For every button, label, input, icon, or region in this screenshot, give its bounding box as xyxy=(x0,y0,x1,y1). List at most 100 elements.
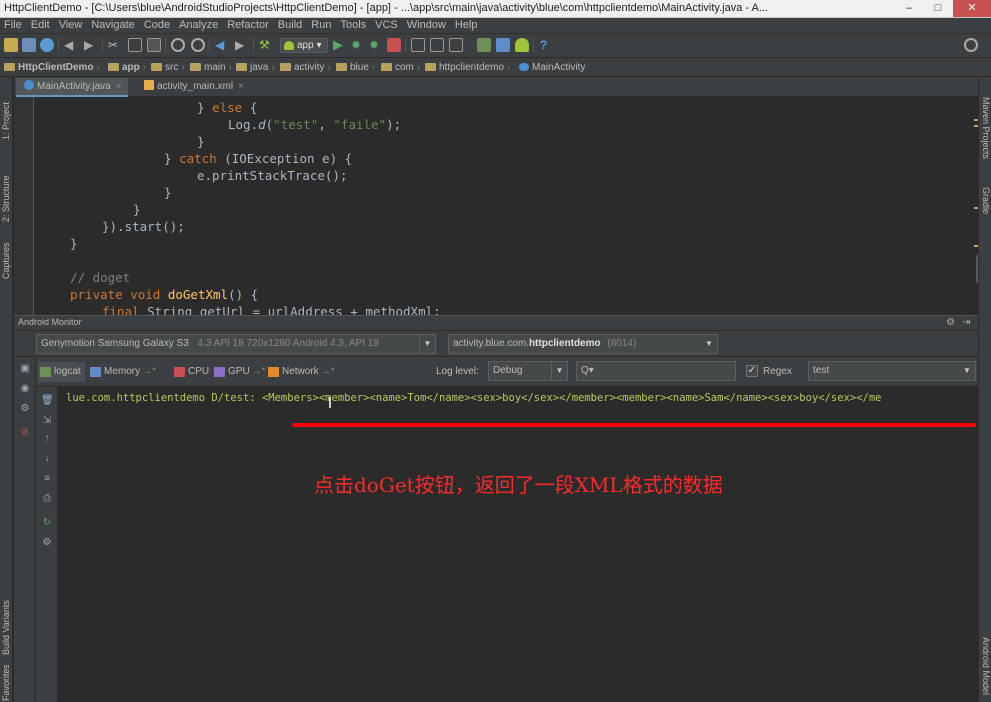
breadcrumb-java[interactable]: java › xyxy=(236,61,275,75)
device-select[interactable]: Genymotion Samsung Galaxy S3 4.3 API 18 … xyxy=(36,334,436,354)
breadcrumb-src[interactable]: src › xyxy=(151,61,185,75)
sdk-manager-icon[interactable] xyxy=(496,38,510,52)
editor-scrollbar[interactable] xyxy=(976,254,978,284)
help-icon[interactable]: ? xyxy=(540,38,554,52)
gear-icon[interactable]: ⚙ xyxy=(946,317,955,328)
open-folder-icon[interactable] xyxy=(4,38,18,52)
tab-gpu[interactable]: GPU →* xyxy=(212,362,266,382)
module-settings-icon[interactable] xyxy=(430,38,444,52)
menu-view[interactable]: View xyxy=(55,18,88,33)
warning-marker[interactable] xyxy=(974,245,978,247)
process-select[interactable]: activity.blue.com.httpclientdemo (8014) … xyxy=(448,334,718,354)
project-structure-icon[interactable] xyxy=(411,38,425,52)
tab-mainactivity[interactable]: MainActivity.java × xyxy=(16,78,128,97)
tab-project[interactable]: 1: Project xyxy=(0,82,13,140)
tab-captures[interactable]: Captures xyxy=(0,227,13,279)
soft-wrap-icon[interactable]: ≡ xyxy=(41,473,53,485)
settings-icon[interactable]: ⚙ xyxy=(41,537,53,549)
regex-checkbox[interactable]: ✓ xyxy=(746,365,758,377)
logcat-output[interactable]: lue.com.httpclientdemo D/test: <Members>… xyxy=(58,387,978,702)
close-tab-icon[interactable]: × xyxy=(238,81,244,92)
tab-favorites[interactable]: Favorites xyxy=(0,665,13,701)
tab-memory[interactable]: Memory →* xyxy=(88,362,156,382)
tab-network[interactable]: Network →* xyxy=(266,362,335,382)
warning-marker[interactable] xyxy=(974,125,978,127)
logcat-search-input[interactable]: Q▾ xyxy=(576,361,736,381)
screen-record-icon[interactable]: ◉ xyxy=(19,383,31,395)
forward-icon[interactable]: ▶ xyxy=(235,38,249,52)
log-level-select[interactable]: Debug ▼ xyxy=(488,361,568,381)
undo-icon[interactable]: ◀ xyxy=(64,38,78,52)
menu-run[interactable]: Run xyxy=(307,18,336,33)
debug-icon[interactable]: ✹ xyxy=(351,38,365,52)
find-icon[interactable] xyxy=(171,38,185,52)
hide-panel-icon[interactable]: ⇥ xyxy=(962,317,970,328)
tab-build-variants[interactable]: Build Variants xyxy=(0,577,13,655)
folder-icon xyxy=(280,63,291,71)
code-editor[interactable]: } else { Log.d("test", "faile"); } } cat… xyxy=(14,97,978,315)
attach-debugger-icon[interactable]: ✹ xyxy=(369,38,383,52)
menu-edit[interactable]: Edit xyxy=(27,18,55,33)
breadcrumb-activity[interactable]: activity › xyxy=(280,61,331,75)
menu-tools[interactable]: Tools xyxy=(336,18,371,33)
back-icon[interactable]: ◀ xyxy=(215,38,229,52)
android-monitor-header: Android Monitor ⚙ ⇥ xyxy=(14,315,978,331)
breadcrumb-app[interactable]: app › xyxy=(108,61,146,75)
clear-logcat-icon[interactable]: 🗑 xyxy=(41,395,54,407)
stop-icon[interactable] xyxy=(387,38,401,52)
terminate-app-icon[interactable]: ⊘ xyxy=(19,427,31,439)
menu-build[interactable]: Build xyxy=(274,18,307,33)
menu-refactor[interactable]: Refactor xyxy=(223,18,274,33)
settings-icon[interactable] xyxy=(449,38,463,52)
menu-file[interactable]: File xyxy=(0,18,27,33)
avd-manager-icon[interactable] xyxy=(477,38,491,52)
warning-marker[interactable] xyxy=(974,119,978,121)
breadcrumb-com[interactable]: com › xyxy=(381,61,420,75)
save-all-icon[interactable] xyxy=(22,38,36,52)
menu-analyze[interactable]: Analyze xyxy=(175,18,223,33)
android-device-monitor-icon[interactable] xyxy=(515,38,529,52)
screenshot-icon[interactable]: ▣ xyxy=(19,363,31,375)
search-everywhere-icon[interactable] xyxy=(964,38,978,52)
breadcrumb-httpclientdemo[interactable]: httpclientdemo › xyxy=(425,61,510,75)
up-icon[interactable]: ↑ xyxy=(41,433,53,445)
menu-code[interactable]: Code xyxy=(140,18,175,33)
paste-icon[interactable] xyxy=(147,38,161,52)
tab-gradle[interactable]: Gradle xyxy=(980,187,991,223)
tab-activity-main-xml[interactable]: activity_main.xml × xyxy=(136,78,250,97)
restart-icon[interactable]: ↻ xyxy=(41,517,53,529)
run-icon[interactable]: ▶ xyxy=(333,38,347,52)
make-project-icon[interactable]: ⚒ xyxy=(259,38,273,52)
tab-maven-projects[interactable]: Maven Projects xyxy=(980,97,991,167)
replace-icon[interactable] xyxy=(191,38,205,52)
toolbar-separator xyxy=(533,39,534,52)
menu-vcs[interactable]: VCS xyxy=(371,18,403,33)
scroll-to-end-icon[interactable]: ⇲ xyxy=(41,415,53,427)
breadcrumb-blue[interactable]: blue › xyxy=(336,61,375,75)
redo-icon[interactable]: ▶ xyxy=(84,38,98,52)
system-info-icon[interactable]: ⚙ xyxy=(19,403,31,415)
close-window-button[interactable]: ✕ xyxy=(953,0,991,17)
menu-window[interactable]: Window xyxy=(403,18,451,33)
monitor-side-toolbar: ▣ ◉ ⚙ ⊘ xyxy=(14,357,36,702)
run-config-select[interactable]: app ▾ xyxy=(280,38,328,53)
print-icon[interactable]: ⎙ xyxy=(41,493,53,505)
tab-structure[interactable]: 2: Structure xyxy=(0,152,13,222)
sync-icon[interactable] xyxy=(40,38,54,52)
maximize-button[interactable]: □ xyxy=(924,0,952,17)
warning-marker[interactable] xyxy=(974,207,978,209)
filter-select[interactable]: test ▼ xyxy=(808,361,976,381)
menu-help[interactable]: Help xyxy=(451,18,483,33)
close-tab-icon[interactable]: × xyxy=(116,81,122,92)
menu-navigate[interactable]: Navigate xyxy=(87,18,139,33)
minimize-button[interactable]: – xyxy=(895,0,923,17)
breadcrumb-main[interactable]: main › xyxy=(190,61,232,75)
copy-icon[interactable] xyxy=(128,38,142,52)
down-icon[interactable]: ↓ xyxy=(41,453,53,465)
editor-gutter xyxy=(14,97,34,315)
cut-icon[interactable]: ✂ xyxy=(108,38,122,52)
breadcrumb-mainactivity[interactable]: MainActivity xyxy=(519,61,585,75)
tab-android-model[interactable]: Android Model xyxy=(980,637,991,701)
tab-logcat[interactable]: logcat xyxy=(38,362,85,382)
breadcrumb-project[interactable]: HttpClientDemo › xyxy=(4,61,100,75)
